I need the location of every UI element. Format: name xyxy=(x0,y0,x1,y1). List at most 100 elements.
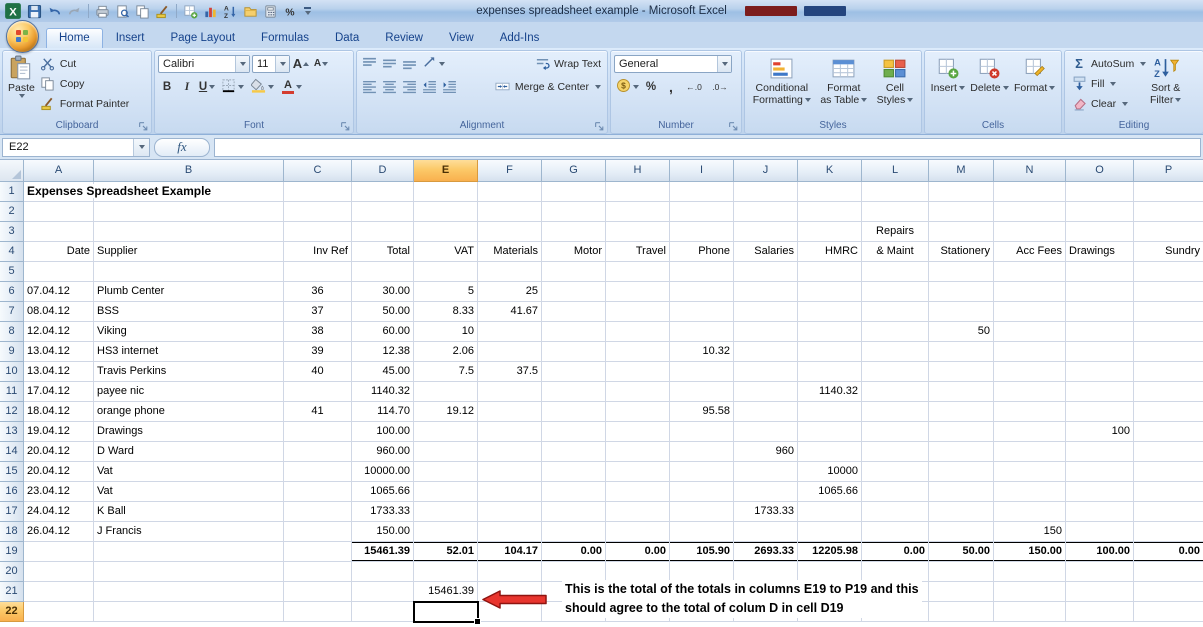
cell-E9[interactable]: 2.06 xyxy=(414,342,478,362)
row-header-13[interactable]: 13 xyxy=(0,422,24,442)
cell-L8[interactable] xyxy=(862,322,929,342)
column-header-K[interactable]: K xyxy=(798,160,862,182)
cell-J8[interactable] xyxy=(734,322,798,342)
calculator-button[interactable] xyxy=(261,2,280,21)
cell-M17[interactable] xyxy=(929,502,994,522)
row-header-16[interactable]: 16 xyxy=(0,482,24,502)
cell-N19[interactable]: 150.00 xyxy=(994,542,1066,562)
cell-I20[interactable] xyxy=(670,562,734,582)
insert-cells-button[interactable] xyxy=(181,2,200,21)
cell-K13[interactable] xyxy=(798,422,862,442)
cell-J9[interactable] xyxy=(734,342,798,362)
cell-O1[interactable] xyxy=(1066,182,1134,202)
cell-A22[interactable] xyxy=(24,602,94,622)
cell-F11[interactable] xyxy=(478,382,542,402)
cell-D15[interactable]: 10000.00 xyxy=(352,462,414,482)
percent-style-button[interactable]: % xyxy=(642,78,660,96)
cell-B17[interactable]: K Ball xyxy=(94,502,284,522)
cell-M22[interactable] xyxy=(929,602,994,622)
cell-I5[interactable] xyxy=(670,262,734,282)
fill-color-button[interactable] xyxy=(248,78,276,96)
cell-L3[interactable]: Repairs xyxy=(862,222,929,242)
cell-D20[interactable] xyxy=(352,562,414,582)
cell-N8[interactable] xyxy=(994,322,1066,342)
cell-A16[interactable]: 23.04.12 xyxy=(24,482,94,502)
font-size-combo[interactable]: 11 xyxy=(252,54,290,73)
cell-E17[interactable] xyxy=(414,502,478,522)
cell-D2[interactable] xyxy=(352,202,414,222)
column-header-B[interactable]: B xyxy=(94,160,284,182)
cell-B11[interactable]: payee nic xyxy=(94,382,284,402)
cell-P13[interactable] xyxy=(1134,422,1203,442)
cell-G5[interactable] xyxy=(542,262,606,282)
cell-P9[interactable] xyxy=(1134,342,1203,362)
cell-K16[interactable]: 1065.66 xyxy=(798,482,862,502)
fill-handle[interactable] xyxy=(474,618,481,625)
cell-C8[interactable]: 38 xyxy=(284,322,352,342)
font-name-combo[interactable]: Calibri xyxy=(158,54,250,73)
cell-G8[interactable] xyxy=(542,322,606,342)
cell-J1[interactable] xyxy=(734,182,798,202)
cell-M3[interactable] xyxy=(929,222,994,242)
row-header-2[interactable]: 2 xyxy=(0,202,24,222)
row-header-3[interactable]: 3 xyxy=(0,222,24,242)
cell-N3[interactable] xyxy=(994,222,1066,242)
cell-H20[interactable] xyxy=(606,562,670,582)
cell-P21[interactable] xyxy=(1134,582,1203,602)
cell-D16[interactable]: 1065.66 xyxy=(352,482,414,502)
column-header-M[interactable]: M xyxy=(929,160,994,182)
cell-J18[interactable] xyxy=(734,522,798,542)
cell-L13[interactable] xyxy=(862,422,929,442)
row-header-7[interactable]: 7 xyxy=(0,302,24,322)
column-header-O[interactable]: O xyxy=(1066,160,1134,182)
row-header-20[interactable]: 20 xyxy=(0,562,24,582)
cell-G10[interactable] xyxy=(542,362,606,382)
cell-J4[interactable]: Salaries xyxy=(734,242,798,262)
cell-D13[interactable]: 100.00 xyxy=(352,422,414,442)
cell-N4[interactable]: Acc Fees xyxy=(994,242,1066,262)
cell-D3[interactable] xyxy=(352,222,414,242)
cell-B15[interactable]: Vat xyxy=(94,462,284,482)
cell-L5[interactable] xyxy=(862,262,929,282)
cell-E13[interactable] xyxy=(414,422,478,442)
customize-quick-access-icon[interactable] xyxy=(300,2,314,21)
number-dialog-launcher-icon[interactable] xyxy=(728,121,739,132)
cell-E12[interactable]: 19.12 xyxy=(414,402,478,422)
cell-G17[interactable] xyxy=(542,502,606,522)
paste-button[interactable]: Paste xyxy=(6,53,37,119)
format-cells-button[interactable]: Format xyxy=(1012,53,1057,119)
sort-filter-button[interactable]: AZ Sort & Filter xyxy=(1148,53,1183,119)
cell-N11[interactable] xyxy=(994,382,1066,402)
column-header-I[interactable]: I xyxy=(670,160,734,182)
row-header-18[interactable]: 18 xyxy=(0,522,24,542)
cell-L19[interactable]: 0.00 xyxy=(862,542,929,562)
cell-A21[interactable] xyxy=(24,582,94,602)
column-header-L[interactable]: L xyxy=(862,160,929,182)
cell-I13[interactable] xyxy=(670,422,734,442)
row-header-11[interactable]: 11 xyxy=(0,382,24,402)
cell-E16[interactable] xyxy=(414,482,478,502)
cell-C21[interactable] xyxy=(284,582,352,602)
cell-A6[interactable]: 07.04.12 xyxy=(24,282,94,302)
cell-P19[interactable]: 0.00 xyxy=(1134,542,1203,562)
column-header-N[interactable]: N xyxy=(994,160,1066,182)
cell-M13[interactable] xyxy=(929,422,994,442)
tab-view[interactable]: View xyxy=(436,28,487,48)
cell-L18[interactable] xyxy=(862,522,929,542)
cell-M19[interactable]: 50.00 xyxy=(929,542,994,562)
cell-O4[interactable]: Drawings xyxy=(1066,242,1134,262)
cell-P4[interactable]: Sundry xyxy=(1134,242,1203,262)
column-header-E[interactable]: E xyxy=(414,160,478,182)
cell-G6[interactable] xyxy=(542,282,606,302)
cell-F5[interactable] xyxy=(478,262,542,282)
align-middle-button[interactable] xyxy=(380,55,398,73)
cell-M6[interactable] xyxy=(929,282,994,302)
cell-I19[interactable]: 105.90 xyxy=(670,542,734,562)
cell-I6[interactable] xyxy=(670,282,734,302)
cell-P5[interactable] xyxy=(1134,262,1203,282)
cell-G9[interactable] xyxy=(542,342,606,362)
cell-K3[interactable] xyxy=(798,222,862,242)
row-header-15[interactable]: 15 xyxy=(0,462,24,482)
cell-L14[interactable] xyxy=(862,442,929,462)
selected-cell-outline[interactable] xyxy=(413,601,481,625)
